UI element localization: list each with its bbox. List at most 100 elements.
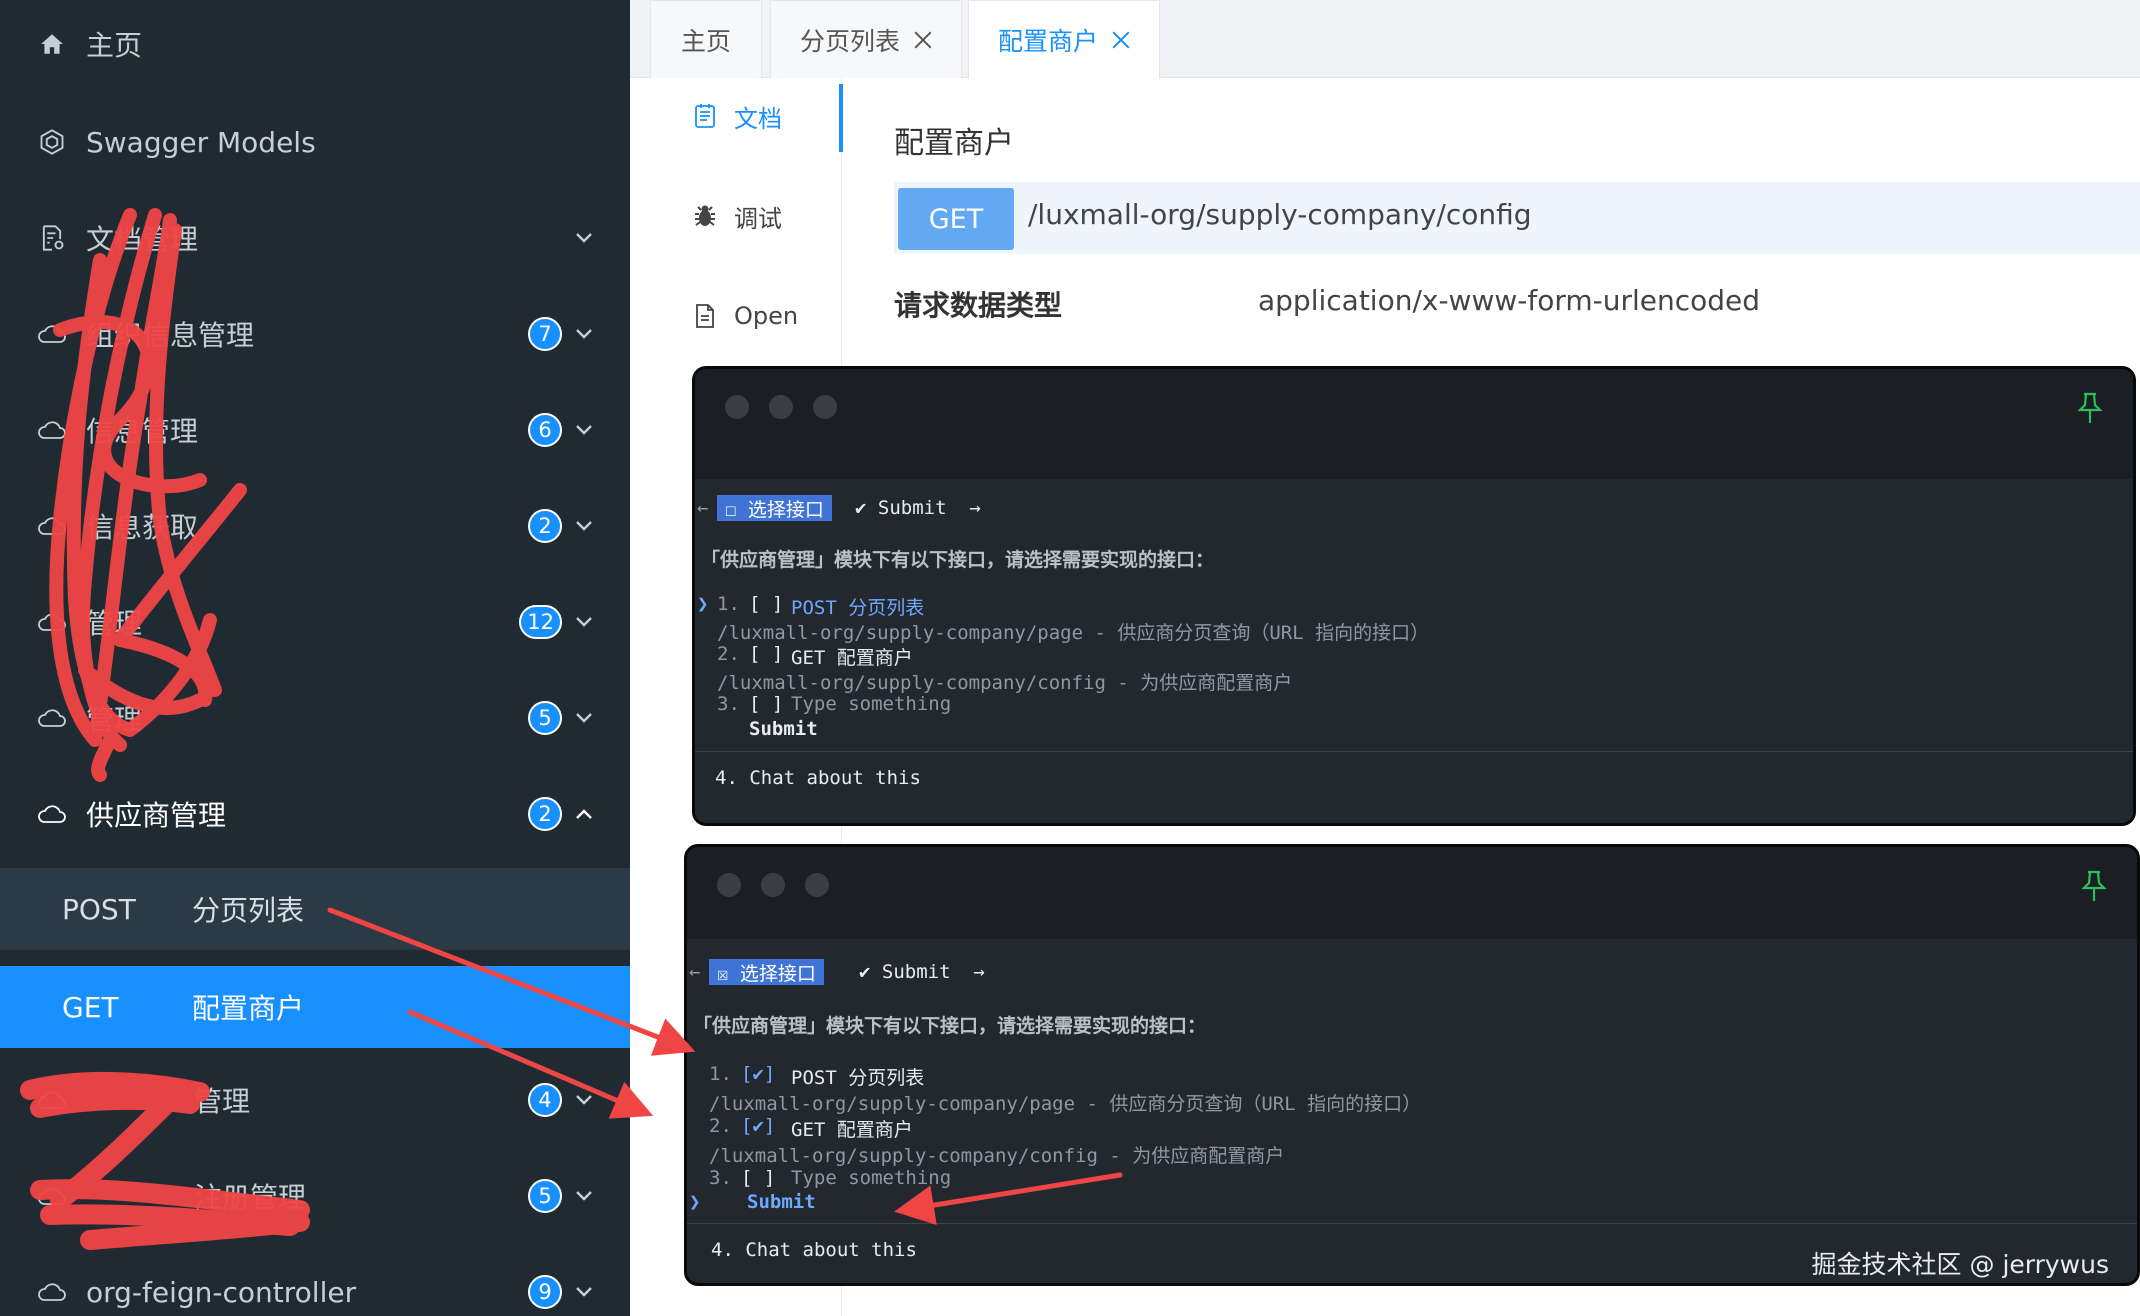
window-close-dot[interactable] [717, 873, 741, 897]
option-label[interactable]: POST 分页列表 [791, 1063, 924, 1090]
select-api-chip[interactable]: ☒ 选择接口 [709, 959, 824, 985]
option-label[interactable]: GET 配置商户 [791, 1115, 913, 1142]
option-checkbox[interactable]: [ ] [749, 593, 783, 615]
option-number: 2. [709, 1115, 732, 1137]
cloud-api-icon [36, 1084, 68, 1116]
tab-bar: 主页 分页列表 配置商户 [630, 0, 2140, 79]
sidebar-item-group-6[interactable]: 管理 4 [0, 1052, 630, 1148]
option-checkbox[interactable]: [ ] [749, 693, 783, 715]
option-label[interactable]: GET 配置商户 [791, 643, 913, 670]
sidebar-item-supplier-manage[interactable]: 供应商管理 2 [0, 766, 630, 862]
selection-cursor: ❯ [697, 593, 709, 615]
sidebar-item-doc-manage[interactable]: 文档管理 [0, 190, 630, 286]
terminal-body: ← ☒ 选择接口 ✔ Submit → 「供应商管理」模块下有以下接口，请选择需… [687, 939, 2137, 1283]
option-description: /luxmall-org/supply-company/config - 为供应… [717, 672, 1293, 694]
divider [687, 1223, 2137, 1224]
count-badge: 9 [528, 1275, 562, 1309]
chat-option[interactable]: 4. Chat about this [715, 767, 921, 789]
window-minimize-dot[interactable] [761, 873, 785, 897]
prompt-text: 「供应商管理」模块下有以下接口，请选择需要实现的接口： [693, 1015, 1207, 1037]
submit-step[interactable]: ✔ Submit → [859, 961, 985, 983]
option-checkbox[interactable]: [ ] [749, 643, 783, 665]
option-checkbox[interactable]: [ ] [741, 1167, 775, 1189]
option-number: 2. [717, 643, 740, 665]
terminal-window-before: ← ☐ 选择接口 ✔ Submit → 「供应商管理」模块下有以下接口，请选择需… [692, 366, 2136, 826]
tab-label: 主页 [680, 26, 731, 56]
option-number: 3. [717, 693, 740, 715]
sidebar-subitem-get-config[interactable]: GET 配置商户 [0, 966, 630, 1048]
submit-option[interactable]: Submit [749, 718, 818, 740]
tab-label: 分页列表 [799, 26, 900, 56]
page-title: 配置商户 [894, 126, 1014, 161]
api-path: /luxmall-org/supply-company/config [1028, 198, 1532, 231]
terminal-window-after: ← ☒ 选择接口 ✔ Submit → 「供应商管理」模块下有以下接口，请选择需… [684, 844, 2140, 1286]
chevron-down-icon [574, 1282, 594, 1302]
sidebar-item-label: 组织信息管理 [86, 319, 255, 352]
cloud-api-icon [36, 510, 68, 542]
api-endpoint-bar: GET /luxmall-org/supply-company/config [894, 182, 2140, 254]
sidebar-item-label: org-feign-controller [86, 1275, 357, 1309]
docnav-item-debug[interactable]: 调试 [630, 186, 842, 246]
sidebar-item-label: 管理 [86, 703, 143, 736]
http-method-label: POST [62, 892, 136, 926]
tab-label: 配置商户 [997, 27, 1098, 56]
submit-step[interactable]: ✔ Submit → [855, 497, 981, 519]
option-checkbox[interactable]: [✔] [741, 1063, 775, 1085]
sidebar-item-group-2[interactable]: 信息管理 6 [0, 382, 630, 478]
close-icon[interactable] [1112, 31, 1130, 49]
sidebar-item-home[interactable]: 主页 [0, 0, 630, 92]
docnav-label: 调试 [734, 204, 782, 233]
bug-icon [690, 201, 720, 231]
cloud-api-icon [36, 414, 68, 446]
sidebar-item-group-5[interactable]: 管理 5 [0, 670, 630, 766]
sidebar-item-group-4[interactable]: 管理 12 [0, 574, 630, 670]
chevron-down-icon [574, 516, 594, 536]
close-icon[interactable] [914, 31, 932, 49]
option-label[interactable]: Type something [791, 1167, 951, 1189]
window-zoom-dot[interactable] [813, 395, 837, 419]
terminal-titlebar [695, 369, 2133, 479]
chat-option[interactable]: 4. Chat about this [711, 1239, 917, 1261]
cloud-api-icon [36, 702, 68, 734]
option-description: /luxmall-org/supply-company/config - 为供应… [709, 1145, 1285, 1167]
sidebar-item-org-feign-controller[interactable]: org-feign-controller 9 [0, 1244, 630, 1316]
nav-back-arrow: ← [689, 961, 701, 983]
count-badge: 2 [528, 797, 562, 831]
sidebar-item-group-3[interactable]: 信息获取 2 [0, 478, 630, 574]
sidebar-item-group-7[interactable]: 注册管理 5 [0, 1148, 630, 1244]
chevron-down-icon [574, 612, 594, 632]
chevron-up-icon [574, 804, 594, 824]
window-zoom-dot[interactable] [805, 873, 829, 897]
sidebar-item-label: 管理 [194, 1085, 251, 1118]
prompt-text: 「供应商管理」模块下有以下接口，请选择需要实现的接口： [701, 549, 1215, 571]
option-number: 1. [709, 1063, 732, 1085]
sidebar-item-swagger-models[interactable]: Swagger Models [0, 94, 630, 190]
window-minimize-dot[interactable] [769, 395, 793, 419]
pin-icon[interactable] [2079, 869, 2109, 903]
nav-back-arrow: ← [697, 497, 709, 519]
sidebar-item-group-1[interactable]: 组织信息管理 7 [0, 286, 630, 382]
count-badge: 4 [528, 1083, 562, 1117]
option-label[interactable]: POST 分页列表 [791, 593, 924, 620]
file-icon [690, 301, 720, 331]
docnav-item-open[interactable]: Open [630, 286, 842, 346]
option-checkbox[interactable]: [✔] [741, 1115, 775, 1137]
sidebar-subitem-post-page-list[interactable]: POST 分页列表 [0, 868, 630, 950]
api-name-label: 配置商户 [192, 992, 305, 1025]
tab-home[interactable]: 主页 [650, 0, 762, 78]
docnav-label: 文档 [734, 104, 782, 133]
window-close-dot[interactable] [725, 395, 749, 419]
tab-page-list[interactable]: 分页列表 [770, 0, 962, 78]
option-number: 1. [717, 593, 740, 615]
tab-config-merchant[interactable]: 配置商户 [968, 0, 1160, 79]
pin-icon[interactable] [2075, 391, 2105, 425]
select-api-chip[interactable]: ☐ 选择接口 [717, 495, 832, 521]
submit-option[interactable]: Submit [747, 1191, 816, 1213]
chevron-down-icon [574, 708, 594, 728]
count-badge: 7 [528, 317, 562, 351]
docnav-item-doc[interactable]: 文档 [630, 86, 842, 146]
terminal-body: ← ☐ 选择接口 ✔ Submit → 「供应商管理」模块下有以下接口，请选择需… [695, 479, 2133, 823]
sidebar-item-label: 注册管理 [194, 1181, 307, 1214]
count-badge: 5 [528, 701, 562, 735]
option-label[interactable]: Type something [791, 693, 951, 715]
